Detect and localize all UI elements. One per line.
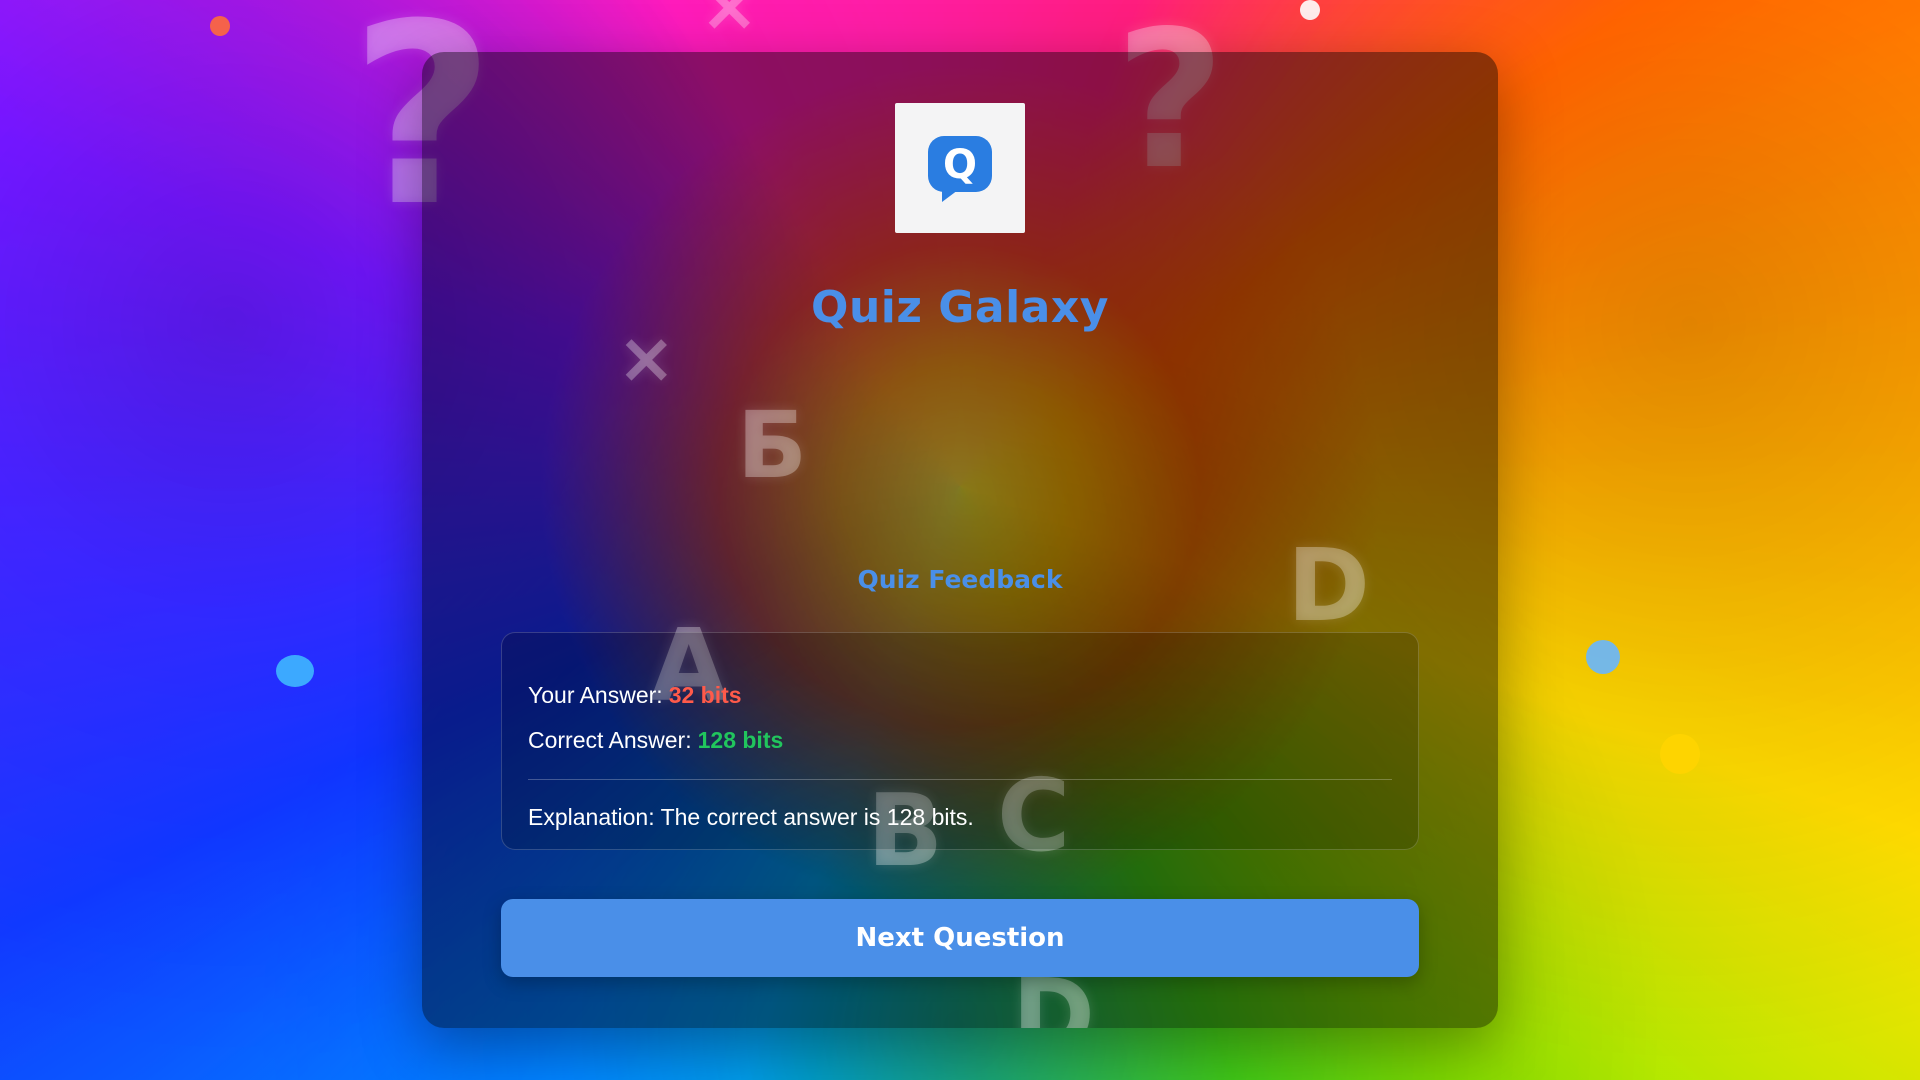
quiz-speech-bubble-icon: Q xyxy=(928,136,992,202)
feedback-heading: Quiz Feedback xyxy=(857,565,1063,594)
correct-answer-value: 128 bits xyxy=(697,727,784,753)
explanation-text: Explanation: The correct answer is 128 b… xyxy=(528,803,974,830)
confetti-dot xyxy=(1660,734,1700,774)
your-answer-row: Your Answer: 32 bits xyxy=(528,673,1392,718)
your-answer-label: Your Answer: xyxy=(528,682,663,708)
confetti-dot xyxy=(276,655,314,687)
your-answer-value: 32 bits xyxy=(668,682,742,708)
app-title: Quiz Galaxy xyxy=(811,282,1109,333)
decor-cyrillic-letter: Б xyxy=(737,392,808,499)
svg-text:Q: Q xyxy=(943,142,977,188)
app-logo: Q xyxy=(895,103,1025,233)
confetti-dot xyxy=(1300,0,1320,20)
quiz-panel: × Б A B C D D Q Quiz Galaxy Quiz Feedbac… xyxy=(422,52,1498,1028)
correct-answer-row: Correct Answer: 128 bits xyxy=(528,718,1392,763)
confetti-dot xyxy=(210,16,230,36)
next-question-button[interactable]: Next Question xyxy=(501,899,1419,977)
feedback-divider xyxy=(528,779,1392,780)
correct-answer-label: Correct Answer: xyxy=(528,727,692,753)
confetti-dot xyxy=(1586,640,1620,674)
feedback-card: Your Answer: 32 bits Correct Answer: 128… xyxy=(501,632,1419,850)
